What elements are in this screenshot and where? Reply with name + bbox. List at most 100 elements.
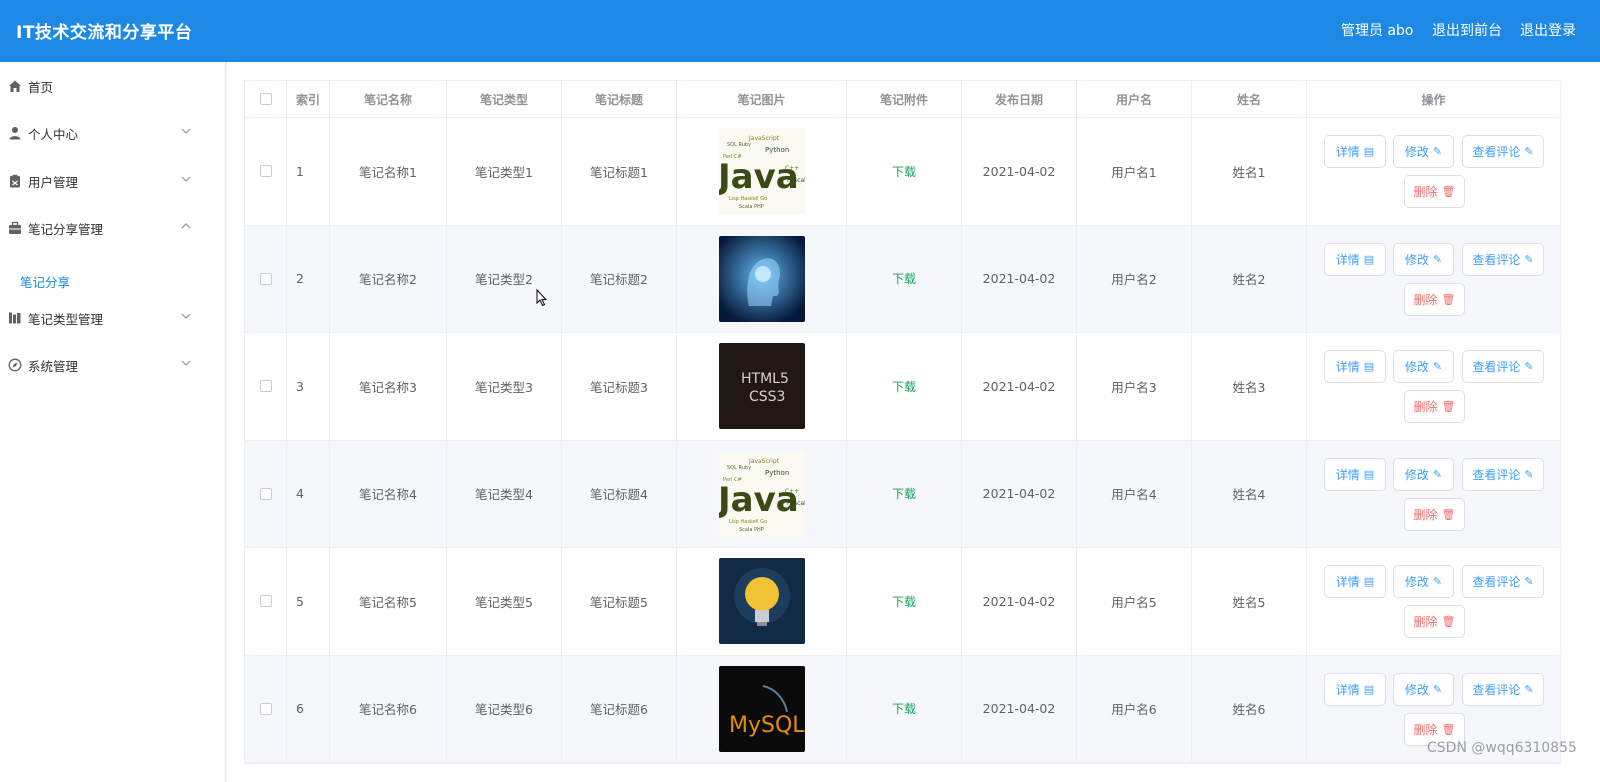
- edit-button[interactable]: 修改 ✎: [1393, 242, 1454, 276]
- delete-button[interactable]: 删除 🗑: [1404, 497, 1465, 531]
- view-comments-button-label: 查看评论: [1472, 360, 1521, 374]
- download-link[interactable]: 下载: [892, 593, 916, 610]
- header-note-title[interactable]: 笔记标题: [562, 81, 677, 117]
- header-publish-date[interactable]: 发布日期: [962, 81, 1077, 117]
- table-row[interactable]: 4 笔记名称4 笔记类型4 笔记标题4 JavaScript SQL Ruby Python…: [245, 440, 1560, 548]
- row-checkbox[interactable]: [259, 595, 272, 608]
- detail-button[interactable]: 详情 ▤: [1324, 457, 1386, 491]
- sidebar-item-system-management[interactable]: 系统管理: [0, 341, 226, 389]
- table-row[interactable]: 1 笔记名称1 笔记类型1 笔记标题1 JavaScript SQL Ruby Python…: [245, 118, 1560, 226]
- row-checkbox[interactable]: [259, 272, 272, 285]
- download-link[interactable]: 下载: [892, 485, 916, 502]
- cell-note-image: MySQL: [677, 655, 847, 762]
- detail-button[interactable]: 详情 ▤: [1324, 350, 1386, 383]
- download-link[interactable]: 下载: [892, 163, 916, 180]
- row-checkbox[interactable]: [259, 702, 272, 715]
- pencil-icon: ✎: [1432, 360, 1443, 373]
- note-thumbnail[interactable]: HTML5 CSS3: [718, 343, 805, 430]
- home-icon: [9, 80, 21, 92]
- note-thumbnail[interactable]: MySQL: [718, 665, 805, 752]
- document-icon: ▤: [1363, 467, 1375, 481]
- pencil-icon: ✎: [1432, 575, 1443, 588]
- cell-username: 用户名3: [1077, 333, 1192, 440]
- delete-button[interactable]: 删除 🗑: [1404, 390, 1465, 423]
- header-index[interactable]: 索引: [287, 81, 330, 117]
- detail-button[interactable]: 详情 ▤: [1324, 242, 1386, 276]
- cell-attachment: 下载: [847, 440, 962, 547]
- sidebar-item-personal-center[interactable]: 个人中心: [0, 109, 226, 157]
- view-comments-button[interactable]: 查看评论 ✎: [1462, 135, 1544, 168]
- header-note-type[interactable]: 笔记类型: [447, 81, 562, 117]
- sidebar-item-note-share-management[interactable]: 笔记分享管理: [0, 204, 226, 252]
- exit-to-front-link[interactable]: 退出到前台: [1432, 20, 1502, 40]
- view-comments-button[interactable]: 查看评论 ✎: [1462, 350, 1544, 383]
- chevron-down-icon: [181, 313, 191, 319]
- svg-text:HTML5: HTML5: [741, 371, 789, 387]
- delete-button[interactable]: 删除 🗑: [1404, 175, 1465, 208]
- table-row[interactable]: 5 笔记名称5 笔记类型5 笔记标题5 下载 2021-04-02 用户名5 姓名5 详情 ▤ 修改…: [245, 548, 1560, 656]
- table-row[interactable]: 2 笔记名称2 笔记类型2 笔记标题2 下载 2021-04-02 用户名2 姓名2 详情 ▤ 修改…: [245, 225, 1560, 333]
- note-thumbnail[interactable]: [718, 235, 805, 322]
- pencil-icon: ✎: [1432, 252, 1443, 266]
- cell-realname: 姓名2: [1192, 225, 1307, 332]
- detail-button[interactable]: 详情 ▤: [1324, 672, 1386, 706]
- trash-icon: 🗑: [1441, 400, 1456, 413]
- row-checkbox[interactable]: [259, 165, 272, 178]
- clipboard-icon: [10, 174, 20, 188]
- cell-actions: 详情 ▤ 修改 ✎ 查看评论 ✎ 删除 🗑: [1307, 226, 1560, 333]
- admin-user-label[interactable]: 管理员 abo: [1341, 20, 1413, 40]
- cell-note-image: [677, 225, 847, 332]
- chevron-down-icon: [181, 360, 191, 366]
- detail-button-label: 详情: [1335, 252, 1360, 267]
- table-row[interactable]: 6 笔记名称6 笔记类型6 笔记标题6 MySQL 下载 2021-04-02 用户名6 姓名6…: [245, 655, 1560, 763]
- edit-button[interactable]: 修改 ✎: [1393, 135, 1454, 168]
- table-row[interactable]: 3 笔记名称3 笔记类型3 笔记标题3 HTML5 CSS3 下载 2021-04-02 用户名…: [245, 333, 1560, 441]
- logout-link[interactable]: 退出登录: [1520, 20, 1600, 40]
- delete-button[interactable]: 删除 🗑: [1404, 605, 1465, 638]
- row-checkbox[interactable]: [259, 487, 272, 500]
- edit-button[interactable]: 修改 ✎: [1393, 350, 1454, 383]
- detail-button[interactable]: 详情 ▤: [1324, 135, 1386, 168]
- sidebar-item-user-management[interactable]: 用户管理: [0, 157, 226, 205]
- view-comments-button[interactable]: 查看评论 ✎: [1462, 672, 1544, 706]
- svg-text:SQL Ruby: SQL Ruby: [727, 142, 751, 148]
- header-note-name[interactable]: 笔记名称: [330, 81, 447, 117]
- cell-actions: 详情 ▤ 修改 ✎ 查看评论 ✎ 删除 🗑: [1307, 118, 1560, 225]
- header-realname[interactable]: 姓名: [1192, 81, 1307, 117]
- watermark-text: CSDN @wqq6310855: [1427, 740, 1577, 756]
- view-comments-button[interactable]: 查看评论 ✎: [1462, 242, 1544, 276]
- sidebar-item-label: 系统管理: [28, 359, 79, 374]
- view-comments-button-label: 查看评论: [1472, 575, 1521, 589]
- note-thumbnail[interactable]: [718, 558, 805, 645]
- sidebar-item-note-type-management[interactable]: 笔记类型管理: [0, 294, 226, 342]
- svg-text:SQL Ruby: SQL Ruby: [727, 465, 751, 471]
- pencil-icon: ✎: [1524, 575, 1534, 588]
- view-comments-button-label: 查看评论: [1472, 467, 1521, 482]
- row-checkbox[interactable]: [259, 380, 272, 393]
- note-thumbnail[interactable]: JavaScript SQL Ruby Python Perl C# Java C++ Pa…: [718, 450, 805, 537]
- svg-text:Python: Python: [765, 469, 789, 477]
- download-link[interactable]: 下载: [892, 700, 916, 717]
- note-thumbnail[interactable]: JavaScript SQL Ruby Python Perl C# Java C++ Pa…: [718, 128, 805, 215]
- detail-button[interactable]: 详情 ▤: [1324, 565, 1386, 598]
- edit-button[interactable]: 修改 ✎: [1393, 672, 1454, 706]
- row-select-cell: [245, 440, 287, 547]
- download-link[interactable]: 下载: [892, 270, 916, 287]
- header-note-attachment[interactable]: 笔记附件: [847, 81, 962, 117]
- view-comments-button[interactable]: 查看评论 ✎: [1462, 457, 1544, 491]
- cell-index: 5: [287, 548, 330, 655]
- select-all-checkbox[interactable]: [259, 93, 272, 105]
- view-comments-button[interactable]: 查看评论 ✎: [1462, 565, 1544, 598]
- cell-index: 3: [287, 333, 330, 440]
- delete-button[interactable]: 删除 🗑: [1404, 282, 1465, 316]
- edit-button-label: 修改: [1404, 145, 1429, 159]
- header-username[interactable]: 用户名: [1077, 81, 1192, 117]
- edit-button[interactable]: 修改 ✎: [1393, 565, 1454, 598]
- edit-button-label: 修改: [1404, 360, 1429, 374]
- delete-button-label: 删除: [1413, 722, 1438, 737]
- edit-button[interactable]: 修改 ✎: [1393, 457, 1454, 491]
- sidebar-item-home[interactable]: 首页: [0, 62, 226, 110]
- detail-button-label: 详情: [1335, 360, 1360, 374]
- header-note-image[interactable]: 笔记图片: [677, 81, 847, 117]
- download-link[interactable]: 下载: [892, 378, 916, 395]
